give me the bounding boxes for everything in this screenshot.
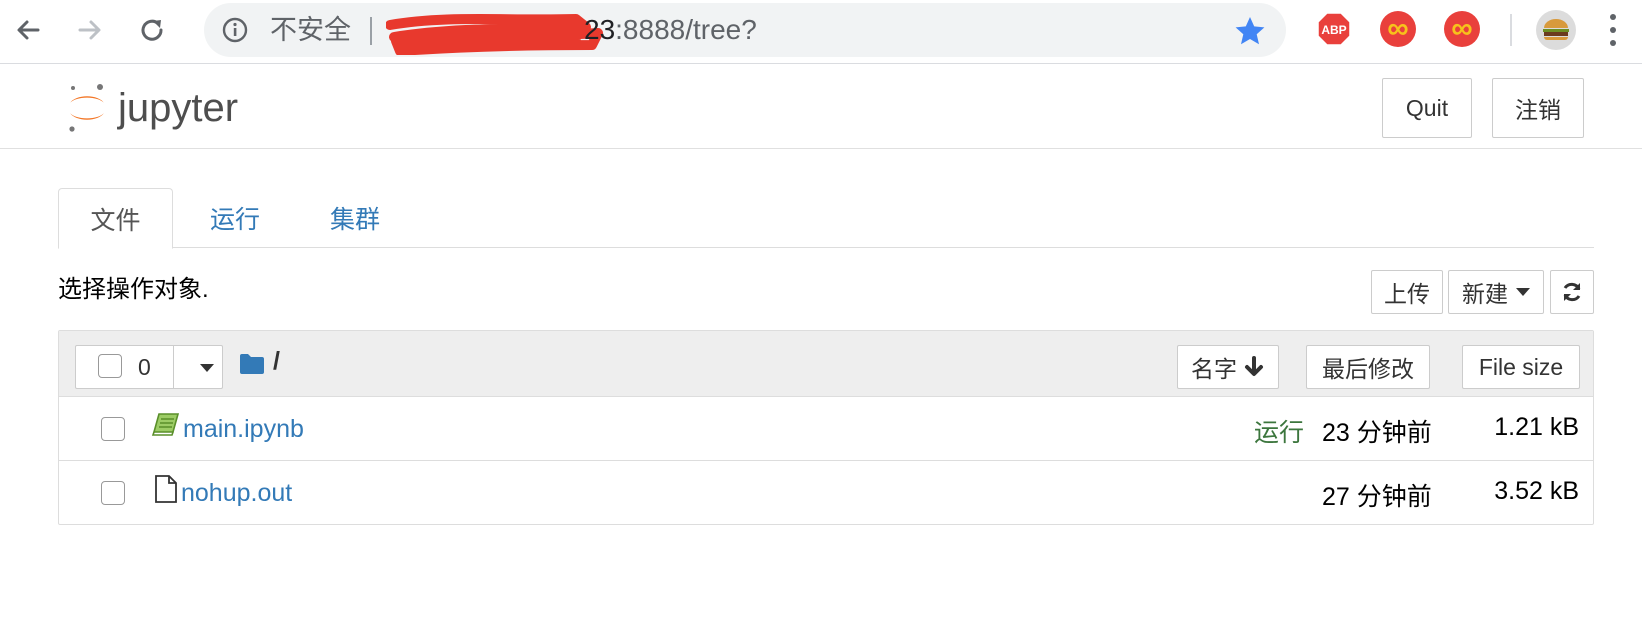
- redaction-scribble: [386, 14, 603, 55]
- back-arrow-icon: [17, 20, 40, 40]
- infinity-icon: ∞: [1451, 12, 1473, 45]
- breadcrumb-root[interactable]: /: [273, 347, 280, 376]
- list-item[interactable]: nohup.out 27 分钟前 3.52 kB: [59, 461, 1593, 525]
- new-label: 新建: [1462, 281, 1508, 307]
- extension-button[interactable]: ∞: [1444, 11, 1480, 47]
- selected-count: 0: [138, 354, 151, 380]
- refresh-button[interactable]: [1550, 270, 1594, 314]
- file-icon: [155, 475, 177, 503]
- jupyter-logo-text: jupyter: [117, 86, 238, 130]
- select-all-checkbox[interactable]: [98, 354, 122, 378]
- address-separator: [370, 17, 372, 45]
- file-size: 3.52 kB: [1494, 477, 1579, 505]
- tab-files[interactable]: 文件: [58, 188, 173, 249]
- file-link[interactable]: main.ipynb: [183, 415, 304, 444]
- extension-button[interactable]: ∞: [1380, 11, 1416, 47]
- file-link[interactable]: nohup.out: [181, 479, 292, 508]
- select-all-toggle[interactable]: 0: [76, 346, 174, 388]
- burger-icon: [1543, 19, 1569, 40]
- logout-button[interactable]: 注销: [1492, 78, 1584, 138]
- jupyter-logo[interactable]: jupyter: [64, 77, 284, 137]
- upload-button[interactable]: 上传: [1371, 270, 1443, 314]
- item-checkbox[interactable]: [101, 417, 125, 441]
- refresh-icon: [1563, 282, 1581, 302]
- toolbar-divider: [1510, 14, 1512, 46]
- reload-button[interactable]: [134, 12, 170, 48]
- forward-button[interactable]: [72, 12, 108, 48]
- bookmark-star-icon[interactable]: [1234, 15, 1266, 47]
- new-dropdown-button[interactable]: 新建: [1448, 270, 1544, 314]
- file-list: 0 / 名字 最后修改 File size main.ipynb 运行 23 分…: [58, 330, 1594, 525]
- quit-button[interactable]: Quit: [1382, 78, 1472, 138]
- insecure-label: 不安全: [270, 15, 351, 45]
- address-bar[interactable]: 不安全 23:8888/tree?: [204, 3, 1286, 57]
- sort-by-name-button[interactable]: 名字: [1177, 345, 1279, 389]
- url-text: 23:8888/tree?: [584, 15, 757, 45]
- tab-running[interactable]: 运行: [176, 188, 294, 248]
- select-all-group: 0: [75, 345, 223, 389]
- sort-by-modified-button[interactable]: 最后修改: [1306, 345, 1430, 389]
- back-button[interactable]: [10, 12, 46, 48]
- url-host: 23: [584, 14, 616, 45]
- adblock-extension-button[interactable]: ABP: [1316, 11, 1352, 47]
- list-item[interactable]: main.ipynb 运行 23 分钟前 1.21 kB: [59, 397, 1593, 461]
- url-path: :8888/tree?: [615, 14, 757, 45]
- arrow-down-icon: [1245, 356, 1263, 376]
- browser-menu-button[interactable]: [1608, 14, 1618, 46]
- forward-arrow-icon: [78, 20, 101, 40]
- sort-by-size-button[interactable]: File size: [1462, 345, 1580, 389]
- file-list-header: 0 / 名字 最后修改 File size: [59, 331, 1593, 397]
- selection-hint: 选择操作对象.: [58, 276, 209, 303]
- caret-down-icon: [1516, 288, 1530, 296]
- browser-toolbar: 不安全 23:8888/tree? ABP ∞ ∞: [0, 0, 1642, 64]
- modified-time: 23 分钟前: [1322, 419, 1432, 447]
- item-checkbox[interactable]: [101, 481, 125, 505]
- reload-icon: [141, 19, 163, 41]
- notebook-icon: [151, 413, 180, 436]
- abp-icon: ABP: [1317, 12, 1351, 46]
- info-icon[interactable]: [222, 17, 248, 43]
- select-menu-caret-icon[interactable]: [200, 364, 214, 372]
- folder-icon: [240, 354, 264, 374]
- tab-clusters[interactable]: 集群: [296, 188, 414, 248]
- abp-label: ABP: [1321, 23, 1346, 37]
- running-status: 运行: [1254, 419, 1305, 447]
- modified-time: 27 分钟前: [1322, 483, 1432, 511]
- jupyter-header: jupyter Quit 注销: [0, 65, 1642, 149]
- file-size: 1.21 kB: [1494, 413, 1579, 441]
- infinity-icon: ∞: [1387, 12, 1409, 45]
- sort-name-label: 名字: [1191, 356, 1237, 382]
- profile-avatar[interactable]: [1536, 10, 1576, 50]
- tab-bar: 文件 运行 集群: [58, 188, 1594, 249]
